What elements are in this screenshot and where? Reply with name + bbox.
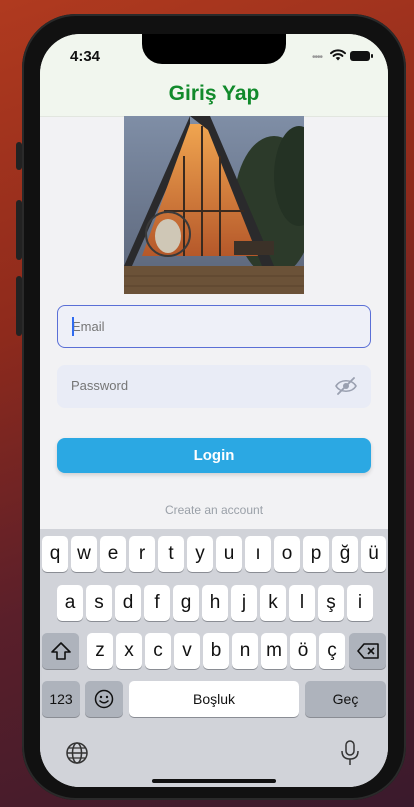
notch	[142, 34, 286, 64]
status-time: 4:34	[70, 48, 101, 65]
key[interactable]: n	[232, 633, 258, 669]
cabin-image	[124, 116, 304, 294]
eye-off-icon[interactable]	[335, 376, 357, 396]
nav-bar: Giriş Yap	[40, 82, 388, 117]
key[interactable]: ç	[319, 633, 345, 669]
key[interactable]: e	[100, 536, 126, 572]
shift-key[interactable]	[42, 633, 79, 669]
key[interactable]: w	[71, 536, 97, 572]
shift-icon	[50, 642, 71, 660]
key[interactable]: u	[216, 536, 242, 572]
phone-screen: 4:34 •••• Giriş Yap Email Login Create a…	[40, 34, 388, 787]
key[interactable]: x	[116, 633, 142, 669]
status-bar: 4:34 ••••	[40, 34, 388, 82]
globe-icon[interactable]	[65, 741, 89, 765]
volume-down-button	[16, 276, 22, 336]
key[interactable]: d	[115, 585, 141, 621]
volume-up-button	[16, 200, 22, 260]
key[interactable]: z	[87, 633, 113, 669]
key[interactable]: y	[187, 536, 213, 572]
key[interactable]: v	[174, 633, 200, 669]
numbers-key[interactable]: 123	[42, 681, 80, 717]
password-field[interactable]	[57, 365, 371, 408]
login-button[interactable]: Login	[57, 438, 371, 473]
key[interactable]: q	[42, 536, 68, 572]
email-input[interactable]	[58, 306, 312, 346]
battery-icon	[350, 51, 373, 61]
emoji-key[interactable]	[85, 681, 123, 717]
key[interactable]: g	[173, 585, 199, 621]
wifi-icon	[330, 49, 346, 61]
key[interactable]: p	[303, 536, 329, 572]
mic-icon[interactable]	[340, 740, 360, 766]
key[interactable]: ü	[361, 536, 386, 572]
key[interactable]: j	[231, 585, 257, 621]
key[interactable]: l	[289, 585, 315, 621]
emoji-icon	[94, 689, 114, 709]
key[interactable]: t	[158, 536, 184, 572]
return-key[interactable]: Geç	[305, 681, 386, 717]
page-title: Giriş Yap	[168, 82, 260, 105]
text-cursor	[72, 317, 74, 336]
email-field[interactable]	[57, 305, 371, 348]
key[interactable]: s	[86, 585, 112, 621]
key[interactable]: c	[145, 633, 171, 669]
key[interactable]: f	[144, 585, 170, 621]
key[interactable]: h	[202, 585, 228, 621]
mute-switch	[16, 142, 22, 170]
password-input[interactable]	[57, 365, 311, 405]
backspace-icon	[356, 643, 379, 659]
key[interactable]: k	[260, 585, 286, 621]
home-indicator	[152, 779, 276, 783]
key[interactable]: ş	[318, 585, 344, 621]
key[interactable]: a	[57, 585, 83, 621]
space-key[interactable]: Boşluk	[129, 681, 299, 717]
key[interactable]: r	[129, 536, 155, 572]
create-account-link[interactable]: Create an account	[40, 503, 388, 517]
key[interactable]: o	[274, 536, 300, 572]
key[interactable]: ğ	[332, 536, 358, 572]
key[interactable]: ö	[290, 633, 316, 669]
backspace-key[interactable]	[349, 633, 386, 669]
key[interactable]: b	[203, 633, 229, 669]
key[interactable]: ı	[245, 536, 271, 572]
keyboard: q w e r t y u ı o p ğ ü a s d f g h j k …	[40, 529, 388, 787]
signal-dots-icon: ••••	[312, 52, 323, 63]
key[interactable]: i	[347, 585, 373, 621]
key[interactable]: m	[261, 633, 287, 669]
